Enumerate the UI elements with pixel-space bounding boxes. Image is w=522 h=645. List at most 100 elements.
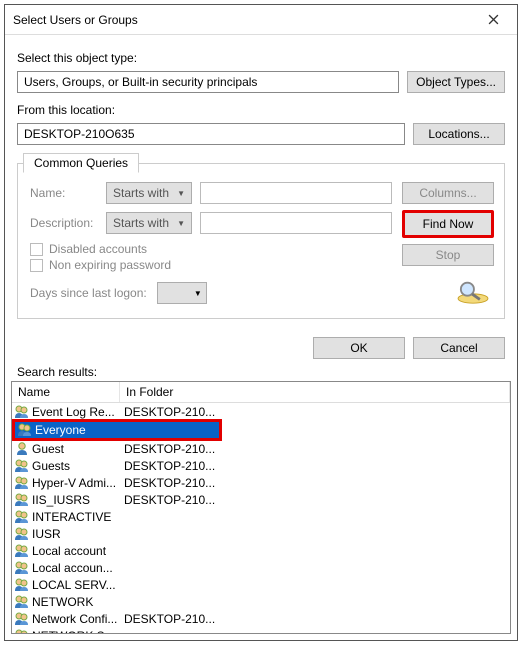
user-icon — [14, 442, 30, 456]
group-icon — [14, 493, 30, 507]
result-name-cell: Local account — [12, 544, 120, 558]
result-folder-cell: DESKTOP-210... — [120, 405, 510, 419]
result-name-text: NETWORK S... — [32, 629, 115, 634]
column-folder[interactable]: In Folder — [120, 382, 510, 402]
result-name-cell: IUSR — [12, 527, 120, 541]
days-since-logon-label: Days since last logon: — [30, 286, 147, 300]
result-name-cell: Guests — [12, 459, 120, 473]
name-mode-combo[interactable]: Starts with ▼ — [106, 182, 192, 204]
checkbox-icon — [30, 259, 43, 272]
result-name-text: IUSR — [32, 527, 61, 541]
disabled-accounts-checkbox[interactable]: Disabled accounts — [30, 242, 392, 256]
result-name-cell: Local accoun... — [12, 561, 120, 575]
result-name-cell: Guest — [12, 442, 120, 456]
result-name-text: NETWORK — [32, 595, 93, 609]
group-icon — [14, 578, 30, 592]
locations-button[interactable]: Locations... — [413, 123, 505, 145]
result-row[interactable]: Local account — [12, 542, 510, 559]
result-row[interactable]: IUSR — [12, 525, 510, 542]
chevron-down-icon: ▼ — [177, 219, 185, 228]
tab-common-queries[interactable]: Common Queries — [23, 153, 139, 173]
result-folder-cell: DESKTOP-210... — [120, 612, 510, 626]
result-row[interactable]: IIS_IUSRS DESKTOP-210... — [12, 491, 510, 508]
days-since-logon-combo[interactable]: ▼ — [157, 282, 207, 304]
object-type-field[interactable] — [17, 71, 399, 93]
result-name-text: Everyone — [35, 423, 86, 437]
name-filter-label: Name: — [30, 186, 98, 200]
result-name-text: Hyper-V Admi... — [32, 476, 116, 490]
result-row[interactable]: NETWORK S... — [12, 627, 510, 633]
group-icon — [14, 595, 30, 609]
name-filter-input[interactable] — [200, 182, 392, 204]
result-row[interactable]: Local accoun... — [12, 559, 510, 576]
group-icon — [14, 459, 30, 473]
close-icon — [488, 14, 499, 25]
chevron-down-icon: ▼ — [194, 289, 202, 298]
result-row[interactable]: Everyone — [12, 419, 222, 441]
group-icon — [14, 612, 30, 626]
result-name-text: Guest — [32, 442, 64, 456]
group-icon — [14, 629, 30, 634]
result-name-text: Event Log Re... — [32, 405, 115, 419]
close-button[interactable] — [473, 6, 513, 34]
group-icon — [14, 510, 30, 524]
location-label: From this location: — [17, 103, 505, 117]
result-row[interactable]: Network Confi...DESKTOP-210... — [12, 610, 510, 627]
dialog-window: Select Users or Groups Select this objec… — [4, 4, 518, 641]
result-row[interactable]: Guests DESKTOP-210... — [12, 457, 510, 474]
cancel-button[interactable]: Cancel — [413, 337, 505, 359]
checkbox-icon — [30, 243, 43, 256]
result-name-text: Guests — [32, 459, 70, 473]
result-name-cell: INTERACTIVE — [12, 510, 120, 524]
results-header[interactable]: Name In Folder — [12, 382, 510, 403]
titlebar: Select Users or Groups — [5, 5, 517, 35]
result-row[interactable]: INTERACTIVE — [12, 508, 510, 525]
result-name-cell: NETWORK S... — [12, 629, 120, 634]
non-expiring-checkbox[interactable]: Non expiring password — [30, 258, 392, 272]
result-name-cell: Hyper-V Admi... — [12, 476, 120, 490]
window-title: Select Users or Groups — [13, 13, 473, 27]
result-name-text: IIS_IUSRS — [32, 493, 90, 507]
chevron-down-icon: ▼ — [177, 189, 185, 198]
result-row[interactable]: Guest DESKTOP-210... — [12, 440, 510, 457]
result-row[interactable]: NETWORK — [12, 593, 510, 610]
result-folder-cell: DESKTOP-210... — [120, 493, 510, 507]
result-folder-cell: DESKTOP-210... — [120, 476, 510, 490]
find-now-button[interactable]: Find Now — [402, 210, 494, 238]
desc-mode-combo[interactable]: Starts with ▼ — [106, 212, 192, 234]
group-icon — [14, 561, 30, 575]
group-icon — [14, 527, 30, 541]
group-icon — [14, 544, 30, 558]
group-icon — [17, 423, 33, 437]
result-row[interactable]: Hyper-V Admi... DESKTOP-210... — [12, 474, 510, 491]
desc-filter-input[interactable] — [200, 212, 392, 234]
result-name-text: LOCAL SERV... — [32, 578, 116, 592]
result-row[interactable]: LOCAL SERV... — [12, 576, 510, 593]
common-queries-group: Common Queries Name: Starts with ▼ Descr… — [17, 163, 505, 319]
columns-button[interactable]: Columns... — [402, 182, 494, 204]
object-types-button[interactable]: Object Types... — [407, 71, 505, 93]
result-name-text: Local accoun... — [32, 561, 113, 575]
result-row[interactable]: Event Log Re... DESKTOP-210... — [12, 403, 510, 420]
search-results-list[interactable]: Name In Folder Event Log Re... DESKTOP-21… — [11, 381, 511, 634]
result-name-cell: Everyone — [15, 423, 123, 437]
stop-button[interactable]: Stop — [402, 244, 494, 266]
dialog-body: Select this object type: Object Types...… — [5, 35, 517, 325]
result-name-cell: Event Log Re... — [12, 405, 120, 419]
desc-filter-label: Description: — [30, 216, 98, 230]
result-name-cell: IIS_IUSRS — [12, 493, 120, 507]
ok-button[interactable]: OK — [313, 337, 405, 359]
result-name-text: Network Confi... — [32, 612, 117, 626]
result-name-cell: Network Confi... — [12, 612, 120, 626]
result-name-cell: NETWORK — [12, 595, 120, 609]
result-name-text: INTERACTIVE — [32, 510, 111, 524]
object-type-label: Select this object type: — [17, 51, 505, 65]
location-field[interactable] — [17, 123, 405, 145]
result-name-text: Local account — [32, 544, 106, 558]
result-folder-cell: DESKTOP-210... — [120, 459, 510, 473]
group-icon — [14, 476, 30, 490]
result-folder-cell: DESKTOP-210... — [120, 442, 510, 456]
column-name[interactable]: Name — [12, 382, 120, 402]
search-results-label: Search results: — [5, 365, 517, 381]
dialog-actions: OK Cancel — [5, 325, 517, 365]
